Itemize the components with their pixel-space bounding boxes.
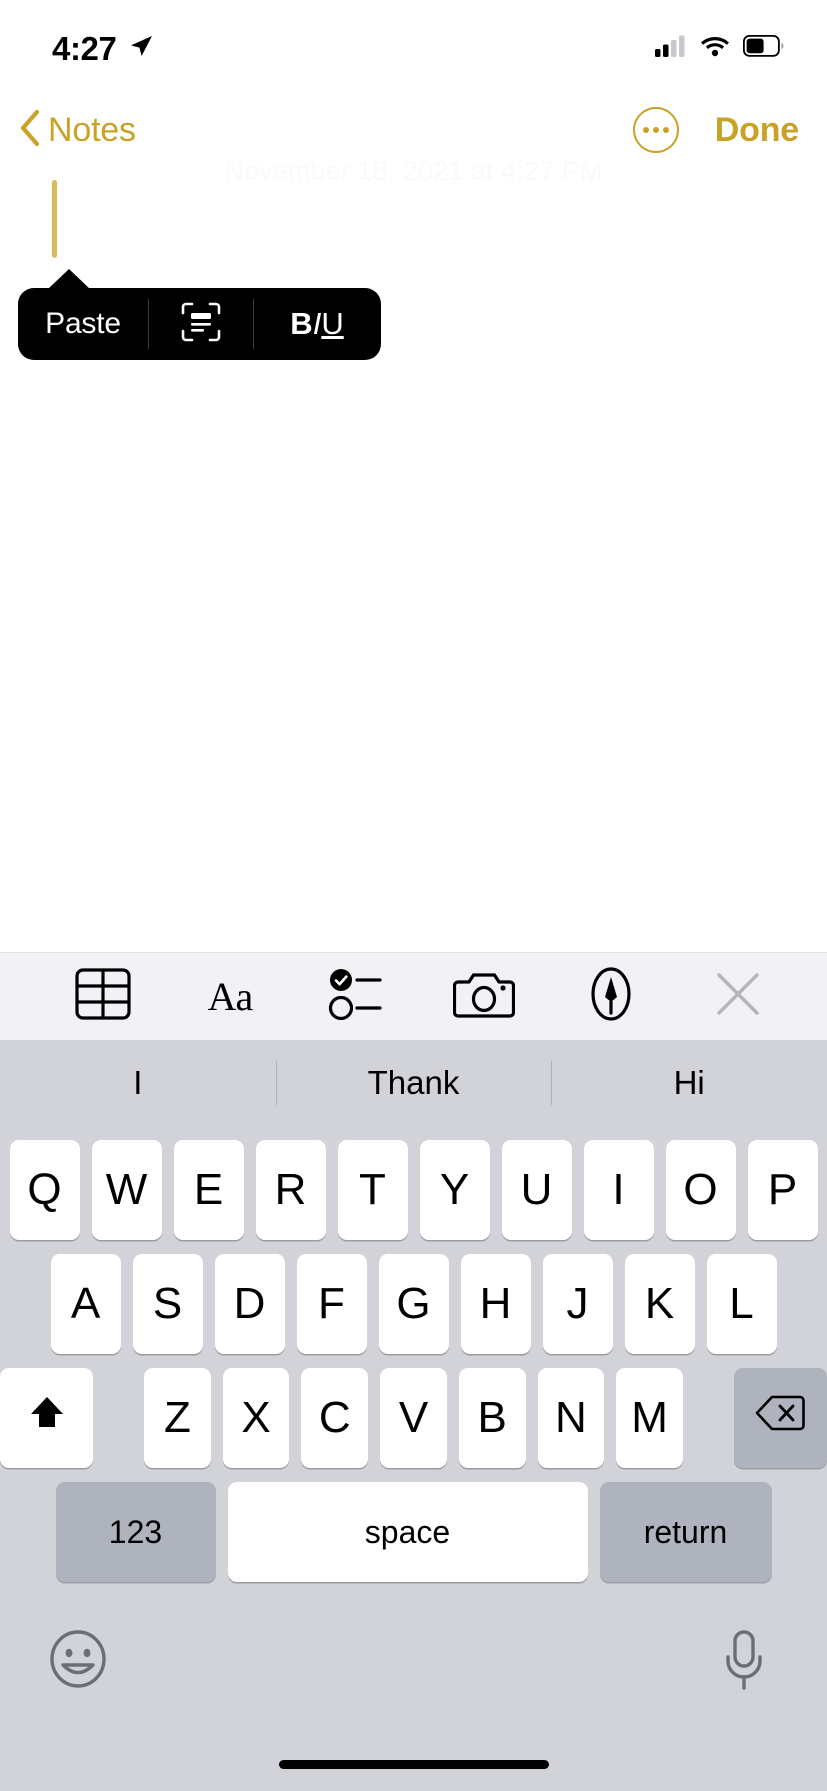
dismiss-keyboard-button[interactable] xyxy=(707,966,769,1028)
underline-label: U xyxy=(321,306,344,341)
keyboard-bottom-bar xyxy=(0,1595,827,1725)
space-key[interactable]: space xyxy=(227,1482,588,1582)
key-d[interactable]: D xyxy=(214,1254,285,1354)
home-indicator[interactable] xyxy=(278,1760,549,1769)
markup-pen-icon xyxy=(583,966,639,1027)
key-y[interactable]: Y xyxy=(419,1140,490,1240)
text-cursor-caret xyxy=(52,180,57,258)
key-n[interactable]: N xyxy=(537,1368,605,1468)
dictation-button[interactable] xyxy=(719,1629,769,1696)
navigation-bar: Notes Done xyxy=(0,92,827,168)
backspace-delete-icon xyxy=(755,1393,806,1443)
battery-icon xyxy=(742,34,785,62)
keyboard-accessory-toolbar: Aa xyxy=(0,952,827,1040)
checklist-button[interactable] xyxy=(326,966,388,1028)
key-k[interactable]: K xyxy=(624,1254,695,1354)
chevron-left-icon xyxy=(18,108,42,153)
key-j[interactable]: J xyxy=(542,1254,613,1354)
suggestion-2[interactable]: Hi xyxy=(551,1040,827,1126)
back-button-label: Notes xyxy=(48,110,136,149)
key-z[interactable]: Z xyxy=(144,1368,211,1468)
paste-menu-item-label: Paste xyxy=(45,307,121,340)
key-i[interactable]: I xyxy=(583,1140,654,1240)
key-x[interactable]: X xyxy=(222,1368,290,1468)
text-edit-context-menu: Paste BIU xyxy=(18,269,381,360)
status-time: 4:27 xyxy=(52,29,117,67)
key-t[interactable]: T xyxy=(337,1140,408,1240)
key-o[interactable]: O xyxy=(665,1140,736,1240)
key-r[interactable]: R xyxy=(255,1140,326,1240)
suggestion-0[interactable]: I xyxy=(0,1040,276,1126)
ellipsis-dot xyxy=(642,127,649,133)
status-bar-right xyxy=(655,34,785,62)
done-button[interactable]: Done xyxy=(715,111,799,150)
backspace-key[interactable] xyxy=(733,1368,827,1468)
text-format-button[interactable]: Aa xyxy=(199,966,261,1028)
predictive-text-bar: I Thank Hi xyxy=(0,1040,827,1126)
shift-up-arrow-icon xyxy=(25,1391,69,1446)
keyboard-row-3: Z X C V B N M xyxy=(0,1368,827,1468)
scan-text-menu-item[interactable] xyxy=(148,288,253,360)
emoji-smiley-icon xyxy=(48,1630,108,1693)
text-format-icon: Aa xyxy=(207,974,254,1019)
status-bar-left: 4:27 xyxy=(52,28,154,65)
keyboard-row-1: Q W E R T Y U I O P xyxy=(0,1140,827,1240)
context-menu-pointer-arrow xyxy=(48,269,90,289)
wifi-icon xyxy=(700,35,730,62)
format-biu-menu-item[interactable]: BIU xyxy=(253,288,381,360)
markup-button[interactable] xyxy=(580,966,642,1028)
italic-label: I xyxy=(312,306,322,341)
emoji-button[interactable] xyxy=(48,1629,108,1694)
key-a[interactable]: A xyxy=(50,1254,121,1354)
microphone-icon xyxy=(719,1630,769,1695)
shift-key[interactable] xyxy=(0,1368,94,1468)
key-s[interactable]: S xyxy=(132,1254,203,1354)
checklist-icon xyxy=(328,967,386,1026)
scan-text-icon xyxy=(180,301,222,348)
keyboard-row-2: A S D F G H J K L xyxy=(0,1254,827,1354)
bold-label: B xyxy=(290,306,313,341)
key-q[interactable]: Q xyxy=(9,1140,80,1240)
key-v[interactable]: V xyxy=(380,1368,447,1468)
key-b[interactable]: B xyxy=(458,1368,526,1468)
cellular-signal-icon xyxy=(655,35,687,62)
key-h[interactable]: H xyxy=(460,1254,531,1354)
location-arrow-icon xyxy=(128,33,154,64)
keyboard-row-4: 123 space return xyxy=(0,1482,827,1582)
return-key[interactable]: return xyxy=(599,1482,772,1582)
key-l[interactable]: L xyxy=(706,1254,777,1354)
key-e[interactable]: E xyxy=(173,1140,244,1240)
numbers-key[interactable]: 123 xyxy=(55,1482,216,1582)
close-x-icon xyxy=(712,968,764,1025)
key-f[interactable]: F xyxy=(296,1254,367,1354)
ellipsis-dot xyxy=(652,127,659,133)
back-to-notes-button[interactable]: Notes xyxy=(18,108,136,153)
key-g[interactable]: G xyxy=(378,1254,449,1354)
camera-icon xyxy=(452,968,516,1025)
ellipsis-dot xyxy=(662,127,669,133)
key-m[interactable]: M xyxy=(616,1368,683,1468)
navigation-bar-right: Done xyxy=(632,107,799,153)
status-bar: 4:27 xyxy=(0,0,827,92)
key-p[interactable]: P xyxy=(747,1140,818,1240)
iphone-screen: 4:27 November 18, 2021 at 4:27 PM Notes … xyxy=(0,0,827,1791)
table-button[interactable] xyxy=(72,966,134,1028)
note-editor-area[interactable]: November 18, 2021 at 4:27 PM xyxy=(0,156,827,852)
key-u[interactable]: U xyxy=(501,1140,572,1240)
suggestion-1[interactable]: Thank xyxy=(275,1040,552,1126)
key-w[interactable]: W xyxy=(91,1140,162,1240)
camera-button[interactable] xyxy=(452,966,516,1028)
key-c[interactable]: C xyxy=(301,1368,369,1468)
paste-menu-item[interactable]: Paste xyxy=(18,288,148,360)
more-ellipsis-circle-icon[interactable] xyxy=(632,107,679,153)
table-icon xyxy=(75,968,131,1025)
